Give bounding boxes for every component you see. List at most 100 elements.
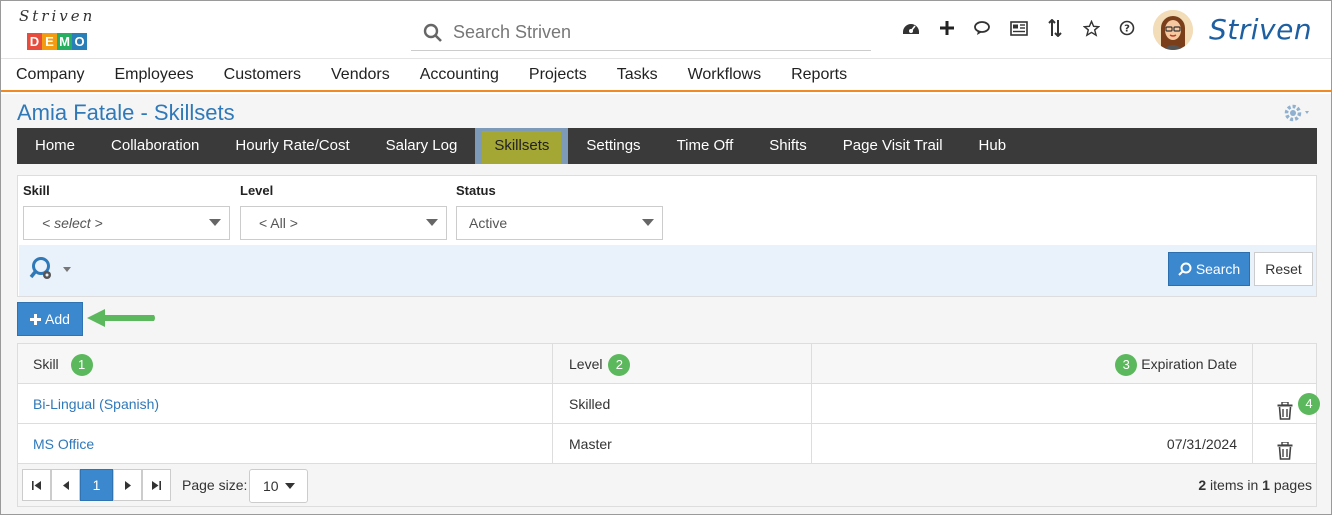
help-icon[interactable]: ?: [1109, 20, 1145, 36]
column-header-expiration-date[interactable]: 3 Expiration Date: [812, 344, 1253, 384]
annotation-badge: 1: [70, 354, 93, 377]
search-icon: [1178, 262, 1192, 276]
search-input[interactable]: [453, 22, 853, 43]
filter-panel: Skill < select > Level < All > Status Ac…: [17, 175, 1317, 297]
tab-salary-log[interactable]: Salary Log: [368, 128, 476, 164]
actions-cell: 4: [1253, 384, 1320, 424]
skill-link[interactable]: MS Office: [33, 436, 94, 452]
page-title: Amia Fatale - Skillsets: [17, 100, 235, 125]
skill-link[interactable]: Bi-Lingual (Spanish): [33, 396, 159, 412]
skill-select-value: < select >: [42, 215, 103, 231]
level-select[interactable]: < All >: [240, 206, 447, 240]
column-header-label: Skill: [33, 356, 59, 372]
search-button[interactable]: Search: [1168, 252, 1250, 286]
plus-icon[interactable]: [929, 21, 965, 35]
top-nav: Company Employees Customers Vendors Acco…: [1, 59, 1331, 92]
status-select-value: Active: [469, 215, 508, 231]
skill-cell: MS Office: [18, 424, 553, 464]
skill-cell: Bi-Lingual (Spanish): [18, 384, 553, 424]
page-size-label: Page size:: [182, 477, 248, 493]
items-count: 2: [1198, 477, 1207, 493]
page-size-value: 10: [263, 478, 279, 494]
column-header-skill[interactable]: Skill 1: [18, 344, 553, 384]
skill-filter-label: Skill: [23, 183, 50, 198]
tab-hub[interactable]: Hub: [961, 128, 1025, 164]
chat-icon[interactable]: [965, 20, 1001, 36]
chevron-down-icon: [209, 219, 221, 226]
news-icon[interactable]: [1001, 20, 1037, 36]
pages-count: 1: [1262, 477, 1270, 493]
global-search[interactable]: [411, 15, 871, 51]
skill-select[interactable]: < select >: [23, 206, 230, 240]
column-header-level[interactable]: Level 2: [553, 344, 812, 384]
chevron-down-icon: [426, 219, 438, 226]
expiration-cell: [812, 384, 1253, 424]
nav-workflows[interactable]: Workflows: [688, 66, 762, 84]
nav-tasks[interactable]: Tasks: [617, 66, 658, 84]
tab-time-off[interactable]: Time Off: [659, 128, 752, 164]
grid-pager: 1 Page size: 10 2 items in 1 pages: [18, 464, 1316, 506]
page-1-button[interactable]: 1: [80, 469, 113, 501]
advanced-search-icon[interactable]: [29, 255, 77, 288]
column-header-actions: [1253, 344, 1316, 384]
nav-vendors[interactable]: Vendors: [331, 66, 390, 84]
level-cell: Skilled: [553, 384, 812, 424]
tab-page-visit-trail[interactable]: Page Visit Trail: [825, 128, 961, 164]
first-page-button[interactable]: [22, 469, 51, 501]
search-button-label: Search: [1195, 261, 1241, 277]
column-header-label: Expiration Date: [1141, 356, 1237, 372]
actions-cell: [1253, 424, 1316, 464]
chevron-down-icon: [642, 219, 654, 226]
tab-collaboration[interactable]: Collaboration: [93, 128, 217, 164]
add-button-label: Add: [45, 311, 70, 327]
table-row: Bi-Lingual (Spanish) Skilled 4: [18, 384, 1320, 424]
plus-icon: [30, 313, 42, 325]
last-page-button[interactable]: [142, 469, 171, 501]
nav-customers[interactable]: Customers: [224, 66, 301, 84]
svg-text:?: ?: [1124, 24, 1130, 35]
app-header: Striven D E M O ? Striven: [1, 1, 1331, 59]
level-select-value: < All >: [259, 215, 298, 231]
grid-header-row: Skill 1 Level 2 3 Expiration Date: [18, 344, 1316, 384]
main-content: Amia Fatale - Skillsets Home Collaborati…: [1, 94, 1331, 514]
page-size-select[interactable]: 10: [249, 469, 308, 503]
column-header-label: Level: [569, 356, 603, 372]
tab-home[interactable]: Home: [17, 128, 93, 164]
demo-letter: O: [72, 33, 87, 50]
prev-page-button[interactable]: [51, 469, 80, 501]
nav-accounting[interactable]: Accounting: [420, 66, 499, 84]
pager-info: 2 items in 1 pages: [1198, 469, 1312, 501]
striven-demo-logo[interactable]: Striven D E M O: [19, 7, 92, 51]
striven-brand-logo[interactable]: Striven: [1209, 13, 1312, 46]
demo-letter: D: [27, 33, 42, 50]
annotation-badge: 4: [1298, 393, 1320, 415]
skillsets-grid: Skill 1 Level 2 3 Expiration Date Bi-Ling…: [17, 343, 1320, 507]
star-icon[interactable]: [1073, 19, 1109, 37]
expiration-cell: 07/31/2024: [812, 424, 1253, 464]
tab-hourly-rate-cost[interactable]: Hourly Rate/Cost: [217, 128, 367, 164]
status-select[interactable]: Active: [456, 206, 663, 240]
tab-skillsets[interactable]: Skillsets: [475, 128, 569, 164]
demo-letter: M: [57, 33, 72, 50]
next-page-button[interactable]: [113, 469, 142, 501]
demo-badge: D E M O: [27, 33, 87, 50]
search-icon: [423, 23, 442, 42]
filter-action-bar: Search Reset: [19, 245, 1316, 296]
add-button[interactable]: Add: [17, 302, 83, 336]
sort-icon[interactable]: [1037, 19, 1073, 37]
reset-button[interactable]: Reset: [1254, 252, 1313, 286]
avatar[interactable]: [1153, 10, 1193, 50]
header-icons: ?: [893, 19, 1145, 37]
status-filter-label: Status: [456, 183, 496, 198]
annotation-arrow: [87, 309, 155, 327]
tab-settings[interactable]: Settings: [568, 128, 658, 164]
logo-script-text: Striven: [19, 7, 96, 25]
gear-icon[interactable]: [1283, 102, 1313, 130]
table-row: MS Office Master 07/31/2024: [18, 424, 1316, 464]
nav-company[interactable]: Company: [16, 66, 84, 84]
nav-employees[interactable]: Employees: [114, 66, 193, 84]
nav-projects[interactable]: Projects: [529, 66, 587, 84]
nav-reports[interactable]: Reports: [791, 66, 847, 84]
tab-shifts[interactable]: Shifts: [751, 128, 825, 164]
dashboard-icon[interactable]: [893, 20, 929, 36]
